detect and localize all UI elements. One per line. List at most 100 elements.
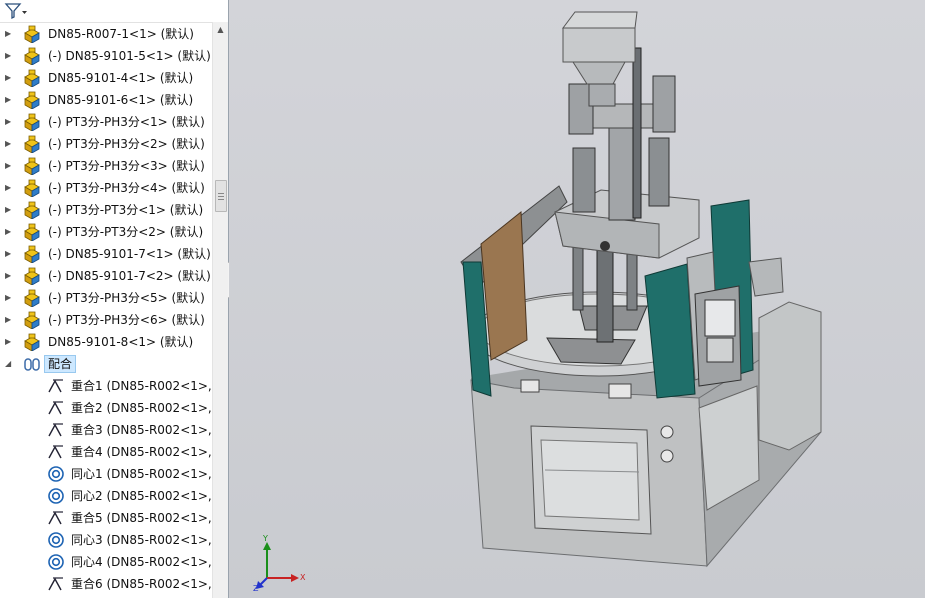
tree-item-label: (-) PT3分-PH3分<4> (默认)	[48, 181, 205, 195]
expand-arrow-icon[interactable]: ▶	[5, 248, 15, 260]
tree-item-label: DN85-9101-6<1> (默认)	[48, 93, 194, 107]
tree-item-mate[interactable]: 重合2 (DN85-R002<1>,上	[0, 397, 212, 419]
tree-item-part[interactable]: ▶ (-) PT3分-PH3分<6> (默认)	[0, 309, 212, 331]
tree-item-mate[interactable]: 重合4 (DN85-R002<1>,D	[0, 441, 212, 463]
coordinate-triad: Y X Z	[253, 534, 343, 596]
coincident-mate-icon	[47, 509, 67, 527]
tree-item-label: 重合1 (DN85-R002<1>,右	[71, 379, 212, 393]
tree-item-label: (-) DN85-9101-7<1> (默认)	[48, 247, 211, 261]
tree-item-part[interactable]: ▶ (-) PT3分-PH3分<5> (默认)	[0, 287, 212, 309]
expand-arrow-icon[interactable]: ▶	[5, 292, 15, 304]
tree-item-part[interactable]: ▶ (-) PT3分-PT3分<1> (默认)	[0, 199, 212, 221]
tree-item-label: DN85-9101-8<1> (默认)	[48, 335, 194, 349]
tree-item-label: (-) PT3分-PH3分<1> (默认)	[48, 115, 205, 129]
tree-item-part[interactable]: ▶ DN85-9101-8<1> (默认)	[0, 331, 212, 353]
tree-item-label: (-) DN85-9101-5<1> (默认)	[48, 49, 211, 63]
part-icon	[23, 25, 43, 44]
part-icon	[23, 69, 43, 88]
part-icon	[23, 113, 43, 132]
tree-item-label: 重合6 (DN85-R002<1>,D	[71, 577, 212, 591]
concentric-mate-icon	[47, 531, 67, 549]
expand-arrow-icon[interactable]: ▶	[5, 72, 15, 84]
concentric-mate-icon	[47, 487, 67, 505]
filter-icon[interactable]	[3, 2, 29, 20]
tree-item-mate[interactable]: 重合3 (DN85-R002<1>,前	[0, 419, 212, 441]
coincident-mate-icon	[47, 399, 67, 417]
graphics-viewport[interactable]: Y X Z	[229, 0, 925, 598]
tree-item-label: 同心2 (DN85-R002<1>,D	[71, 489, 212, 503]
tree-item-label: 同心1 (DN85-R002<1>,D	[71, 467, 212, 481]
tree-item-part[interactable]: ▶ (-) PT3分-PH3分<4> (默认)	[0, 177, 212, 199]
z-axis-label: Z	[253, 584, 259, 593]
expand-arrow-icon[interactable]: ▶	[5, 270, 15, 282]
part-icon	[23, 135, 43, 154]
tree-item-part[interactable]: ▶ DN85-9101-6<1> (默认)	[0, 89, 212, 111]
filter-bar	[0, 0, 212, 23]
expand-arrow-icon[interactable]: ▶	[5, 182, 15, 194]
tree-item-label: (-) PT3分-PH3分<5> (默认)	[48, 291, 205, 305]
part-icon	[23, 267, 43, 286]
tree-item-label: DN85-R007-1<1> (默认)	[48, 27, 194, 41]
expand-arrow-icon[interactable]: ▶	[5, 160, 15, 172]
tree-item-mate[interactable]: 重合1 (DN85-R002<1>,右	[0, 375, 212, 397]
tree-item-part[interactable]: ▶ (-) PT3分-PH3分<2> (默认)	[0, 133, 212, 155]
collapse-arrow-icon[interactable]: ◢	[5, 358, 15, 370]
expand-arrow-icon[interactable]: ▶	[5, 28, 15, 40]
tree-item-mate[interactable]: 重合6 (DN85-R002<1>,D	[0, 573, 212, 595]
tree-item-mate[interactable]: 重合5 (DN85-R002<1>,D	[0, 507, 212, 529]
expand-arrow-icon[interactable]: ▶	[5, 226, 15, 238]
tree-item-label: 重合4 (DN85-R002<1>,D	[71, 445, 212, 459]
machine-model	[460, 11, 822, 568]
part-icon	[23, 333, 43, 352]
tree-item-label: (-) PT3分-PH3分<2> (默认)	[48, 137, 205, 151]
expand-arrow-icon[interactable]: ▶	[5, 204, 15, 216]
expand-arrow-icon[interactable]: ▶	[5, 138, 15, 150]
tree-item-label: 重合2 (DN85-R002<1>,上	[71, 401, 212, 415]
tree-item-label: (-) DN85-9101-7<2> (默认)	[48, 269, 211, 283]
coincident-mate-icon	[47, 377, 67, 395]
tree-folder-mates[interactable]: ◢ 配合	[0, 353, 212, 375]
expand-arrow-icon[interactable]: ▶	[5, 94, 15, 106]
part-icon	[23, 311, 43, 330]
expand-arrow-icon[interactable]: ▶	[5, 314, 15, 326]
concentric-mate-icon	[47, 465, 67, 483]
tree-item-label: 重合3 (DN85-R002<1>,前	[71, 423, 212, 437]
part-icon	[23, 157, 43, 176]
tree-item-part[interactable]: ▶ DN85-R007-1<1> (默认)	[0, 23, 212, 45]
tree-scrollbar[interactable]: ▲	[212, 22, 228, 598]
tree-item-mate[interactable]: 同心4 (DN85-R002<1>,D	[0, 551, 212, 573]
tree-item-mate[interactable]: 同心2 (DN85-R002<1>,D	[0, 485, 212, 507]
part-icon	[23, 179, 43, 198]
tree-item-label: DN85-9101-4<1> (默认)	[48, 71, 194, 85]
tree-item-part[interactable]: ▶ (-) PT3分-PH3分<3> (默认)	[0, 155, 212, 177]
part-icon	[23, 201, 43, 220]
tree-item-part[interactable]: ▶ (-) DN85-9101-5<1> (默认)	[0, 45, 212, 67]
coincident-mate-icon	[47, 443, 67, 461]
scroll-thumb[interactable]	[215, 180, 227, 212]
feature-tree-panel: ▶ DN85-R007-1<1> (默认) ▶ (-) DN85-9101-5<1> …	[0, 0, 229, 598]
expand-arrow-icon[interactable]: ▶	[5, 336, 15, 348]
tree-item-label: 重合5 (DN85-R002<1>,D	[71, 511, 212, 525]
expand-arrow-icon[interactable]: ▶	[5, 50, 15, 62]
part-icon	[23, 91, 43, 110]
tree-item-label: (-) PT3分-PT3分<2> (默认)	[48, 225, 204, 239]
tree-item-mate[interactable]: 同心1 (DN85-R002<1>,D	[0, 463, 212, 485]
tree-item-part[interactable]: ▶ (-) DN85-9101-7<2> (默认)	[0, 265, 212, 287]
expand-arrow-icon[interactable]: ▶	[5, 116, 15, 128]
scroll-up-icon[interactable]: ▲	[213, 22, 228, 38]
tree-item-label: (-) PT3分-PT3分<1> (默认)	[48, 203, 204, 217]
part-icon	[23, 223, 43, 242]
tree-item-part[interactable]: ▶ DN85-9101-4<1> (默认)	[0, 67, 212, 89]
tree-item-part[interactable]: ▶ (-) PT3分-PH3分<1> (默认)	[0, 111, 212, 133]
coincident-mate-icon	[47, 421, 67, 439]
coincident-mate-icon	[47, 575, 67, 593]
tree-item-label: (-) PT3分-PH3分<6> (默认)	[48, 313, 205, 327]
y-axis-label: Y	[263, 534, 268, 543]
tree-item-mate[interactable]: 同心3 (DN85-R002<1>,D	[0, 529, 212, 551]
part-icon	[23, 245, 43, 264]
tree-item-label: 同心3 (DN85-R002<1>,D	[71, 533, 212, 547]
part-icon	[23, 47, 43, 66]
part-icon	[23, 289, 43, 308]
tree-item-part[interactable]: ▶ (-) PT3分-PT3分<2> (默认)	[0, 221, 212, 243]
tree-item-part[interactable]: ▶ (-) DN85-9101-7<1> (默认)	[0, 243, 212, 265]
